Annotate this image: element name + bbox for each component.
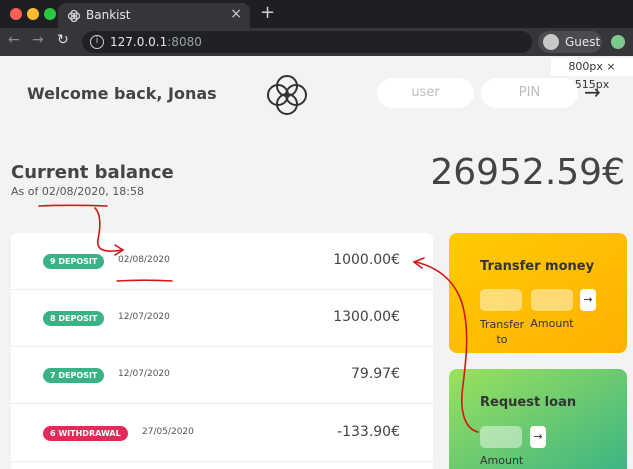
close-window-button[interactable]	[10, 8, 22, 20]
movement-value: -133.90€	[337, 424, 400, 440]
transfer-to-label: Transfer to	[479, 318, 525, 346]
annotation-underline-balance-date	[38, 204, 108, 207]
balance-value: 26952.59€	[430, 152, 625, 193]
profile-avatar-icon	[543, 34, 559, 50]
transfer-submit-button[interactable]: →	[580, 289, 596, 311]
movement-value: 79.97€	[351, 366, 400, 382]
forward-button[interactable]: →	[32, 32, 44, 48]
zoom-window-button[interactable]	[44, 8, 56, 20]
back-button[interactable]: ←	[8, 32, 20, 48]
address-bar[interactable]: i 127.0.0.1:8080	[82, 31, 532, 53]
movement-row: 9 DEPOSIT 02/08/2020 1000.00€	[11, 233, 433, 290]
url-host: 127.0.0.1	[110, 35, 168, 49]
transfer-to-input[interactable]	[480, 289, 522, 311]
transfer-panel: Transfer money → Transfer to Amount	[449, 233, 627, 353]
movement-value: 1300.00€	[333, 309, 400, 325]
tab-title: Bankist	[86, 8, 131, 22]
minimize-window-button[interactable]	[27, 8, 39, 20]
url-text: 127.0.0.1:8080	[110, 35, 202, 49]
movement-date: 12/07/2020	[118, 312, 170, 322]
reload-button[interactable]: ↻	[57, 32, 69, 48]
balance-date-value: 02/08/2020	[41, 185, 106, 198]
movement-value: 1000.00€	[333, 252, 400, 268]
balance-label: Current balance	[11, 162, 174, 183]
transfer-amount-input[interactable]	[531, 289, 573, 311]
login-button[interactable]: →	[584, 80, 601, 104]
transfer-title: Transfer money	[480, 259, 595, 274]
movement-date: 27/05/2020	[142, 427, 194, 437]
loan-title: Request loan	[480, 395, 577, 410]
welcome-message: Welcome back, Jonas	[27, 84, 217, 103]
movement-row: 7 DEPOSIT 12/07/2020 79.97€	[11, 347, 433, 404]
movements-list[interactable]: 9 DEPOSIT 02/08/2020 1000.00€ 8 DEPOSIT …	[11, 233, 433, 469]
movement-date: 12/07/2020	[118, 369, 170, 379]
loan-amount-label: Amount	[480, 454, 524, 467]
site-info-icon[interactable]: i	[90, 35, 104, 49]
new-tab-button[interactable]: +	[260, 2, 275, 23]
movement-date: 02/08/2020	[118, 255, 170, 265]
browser-tab-strip: Bankist × +	[0, 0, 633, 28]
loan-submit-button[interactable]: →	[530, 426, 546, 448]
loan-panel: Request loan → Amount	[449, 369, 627, 469]
balance-date: As of 02/08/2020, 18:58	[11, 185, 144, 198]
balance-date-prefix: As of	[11, 185, 42, 198]
movement-row: 6 WITHDRAWAL 27/05/2020 -133.90€	[11, 405, 433, 462]
viewport-size-badge: 800px × 515px	[551, 58, 633, 91]
loan-amount-input[interactable]	[480, 426, 522, 448]
profile-button[interactable]: Guest	[538, 31, 602, 53]
login-pin-input[interactable]: PIN	[481, 78, 578, 108]
balance-time: , 18:58	[105, 185, 144, 198]
browser-toolbar: ← → ↻ i 127.0.0.1:8080 Guest	[0, 28, 633, 56]
movement-type-badge: 8 DEPOSIT	[43, 311, 105, 326]
url-port: :8080	[167, 35, 202, 49]
bankist-favicon-icon	[67, 9, 81, 23]
extension-icon[interactable]	[611, 35, 625, 49]
transfer-amount-label: Amount	[530, 317, 574, 330]
movement-row: 8 DEPOSIT 12/07/2020 1300.00€	[11, 290, 433, 347]
profile-label: Guest	[565, 35, 601, 49]
movement-type-badge: 6 WITHDRAWAL	[43, 426, 128, 441]
tab-close-icon[interactable]: ×	[230, 6, 242, 22]
movement-type-badge: 7 DEPOSIT	[43, 368, 105, 383]
login-user-input[interactable]: user	[377, 78, 474, 108]
bankist-logo-icon	[267, 75, 307, 115]
movement-type-badge: 9 DEPOSIT	[43, 254, 105, 269]
browser-tab[interactable]: Bankist ×	[58, 3, 250, 28]
